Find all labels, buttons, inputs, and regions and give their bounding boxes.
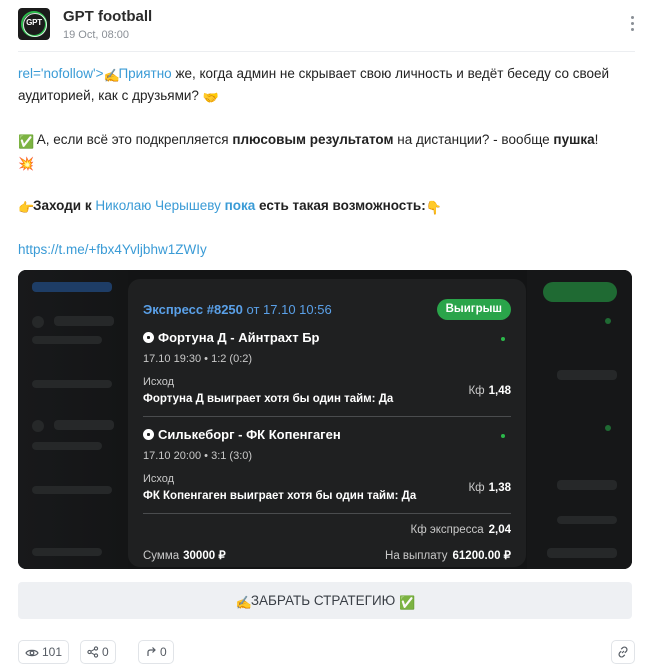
bet-screenshot-image[interactable]: Экспресс #8250 от 17.10 10:56 Выигрыш Фо… <box>18 270 632 569</box>
text-fragment: А, если всё это подкрепляется <box>33 132 233 147</box>
outcome-label: Исход <box>143 376 175 388</box>
post-header: GPT GPT football 19 Oct, 08:00 <box>18 8 635 46</box>
match-meta: 17.10 19:30 • 1:2 (0:2) <box>143 353 253 365</box>
bet-slip-title: Экспресс #8250 от 17.10 10:56 <box>143 302 332 317</box>
stake-amount: Сумма 30000 ₽ <box>143 550 226 562</box>
inline-link[interactable]: Николаю Черышеву <box>95 198 221 213</box>
eye-icon <box>25 649 39 657</box>
avatar-text: GPT <box>26 18 42 27</box>
bold-fragment: пушка <box>553 132 595 147</box>
bold-fragment: плюсовым результатом <box>232 132 394 147</box>
status-dot <box>501 337 505 341</box>
message-text: rel='nofollow'>✍Приятно же, когда админ … <box>18 63 633 261</box>
message-paragraph-3: 👉Заходи к Николаю Черышеву пока есть так… <box>18 195 633 217</box>
express-coef: Кф экспресса 2,04 <box>410 524 511 536</box>
share-counter[interactable]: 0 <box>80 640 116 664</box>
blurred-background-left <box>18 270 128 569</box>
outcome-text: ФК Копенгаген выиграет хотя бы один тайм… <box>143 490 417 502</box>
writing-hand-icon: ✍ <box>235 595 253 610</box>
soccer-ball-icon <box>143 332 154 343</box>
inline-link[interactable]: пока <box>225 198 256 213</box>
bold-fragment: есть такая возможность: <box>255 198 426 213</box>
post-date: 19 Oct, 08:00 <box>63 29 130 41</box>
check-mark-icon: ✅ <box>18 134 35 149</box>
views-counter: 101 <box>18 640 70 664</box>
match-divider <box>143 513 511 514</box>
bet-id: Экспресс #8250 <box>143 302 243 317</box>
win-badge: Выигрыш <box>436 299 511 320</box>
channel-avatar[interactable]: GPT <box>18 8 50 40</box>
match-title: Фортуна Д - Айнтрахт Бр <box>143 330 320 345</box>
more-options-icon[interactable] <box>629 16 635 34</box>
forward-icon <box>147 647 156 656</box>
match-divider <box>143 416 511 417</box>
text-fragment: rel='nofollow'> <box>18 66 104 81</box>
forward-counter[interactable]: 0 <box>138 640 174 664</box>
outcome-text: Фортуна Д выиграет хотя бы один тайм: Да <box>143 393 394 405</box>
channel-name[interactable]: GPT football <box>63 8 152 25</box>
outcome-label: Исход <box>143 473 175 485</box>
message-paragraph-4: https://t.me/+fbx4Yvljbhw1ZWIy <box>18 239 633 261</box>
bet-time: от 17.10 10:56 <box>242 302 332 317</box>
message-paragraph-1: rel='nofollow'>✍Приятно же, когда админ … <box>18 63 633 107</box>
pointing-right-icon: 👉 <box>18 200 35 215</box>
link-icon <box>618 646 628 658</box>
check-mark-icon: ✅ <box>399 595 416 610</box>
share-icon <box>87 646 99 658</box>
header-divider <box>18 51 635 52</box>
inline-link[interactable]: Приятно <box>118 66 171 81</box>
payout-amount: На выплату 61200.00 ₽ <box>385 550 511 562</box>
match-coef: Кф 1,48 <box>468 385 511 397</box>
invite-link[interactable]: https://t.me/+fbx4Yvljbhw1ZWIy <box>18 242 207 257</box>
cta-label: ЗАБРАТЬ СТРАТЕГИЮ <box>250 593 396 608</box>
match-title: Силькеборг - ФК Копенгаген <box>143 427 341 442</box>
soccer-ball-icon <box>143 429 154 440</box>
bet-slip-card: Экспресс #8250 от 17.10 10:56 Выигрыш Фо… <box>128 279 526 567</box>
get-strategy-button[interactable]: ✍ЗАБРАТЬ СТРАТЕГИЮ ✅ <box>18 582 632 619</box>
text-fragment: ! <box>594 132 599 147</box>
blurred-background-right <box>527 270 632 569</box>
bold-fragment: Заходи к <box>33 198 96 213</box>
writing-hand-icon: ✍ <box>103 68 120 83</box>
explosion-icon: 💥 <box>18 156 35 171</box>
text-fragment: на дистанции? - вообще <box>393 132 554 147</box>
match-coef: Кф 1,38 <box>468 482 511 494</box>
message-paragraph-2: ✅ А, если всё это подкрепляется плюсовым… <box>18 129 633 173</box>
status-dot <box>501 434 505 438</box>
pointing-down-icon: 👇 <box>425 200 442 215</box>
handshake-icon: 🤝 <box>202 90 219 105</box>
copy-link-button[interactable] <box>611 640 635 664</box>
post-footer: 101 0 0 <box>18 640 635 664</box>
match-meta: 17.10 20:00 • 3:1 (3:0) <box>143 450 253 462</box>
